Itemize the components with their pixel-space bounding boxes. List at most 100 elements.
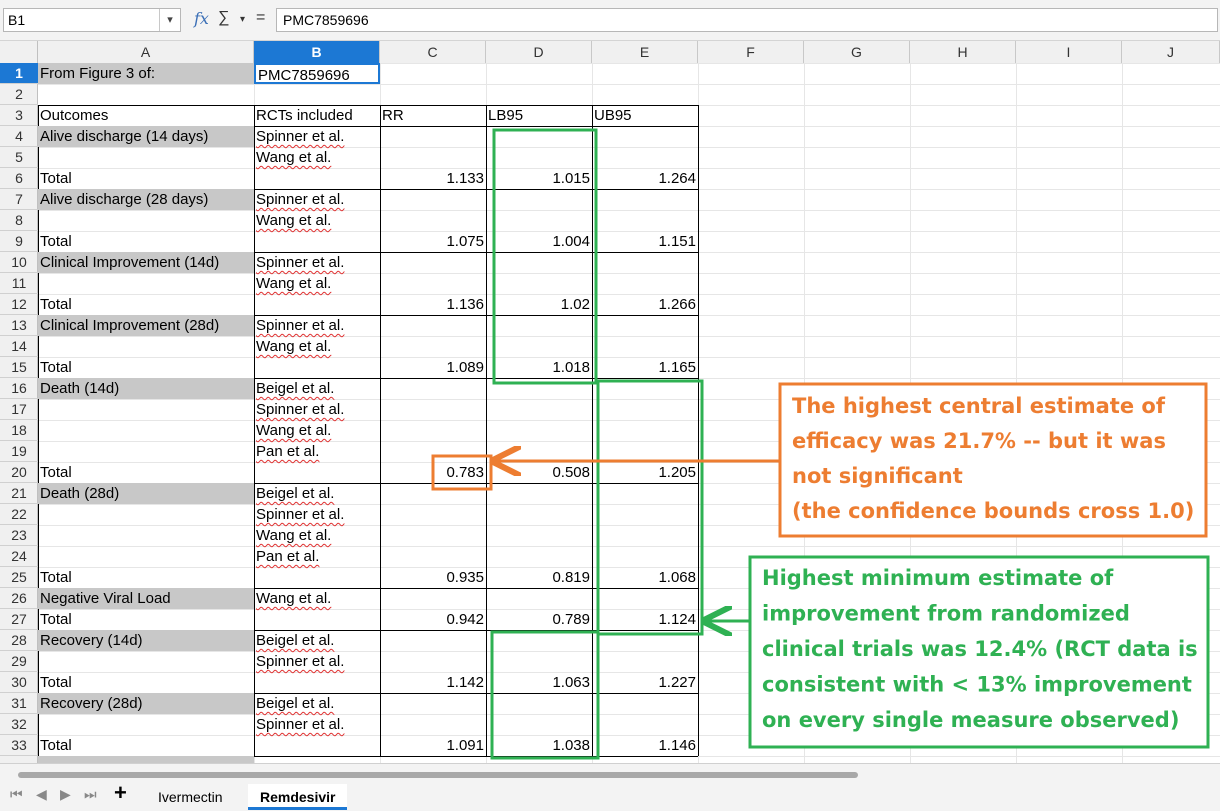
rct-cell[interactable]: Pan et al. bbox=[254, 441, 380, 462]
row-header-17[interactable]: 17 bbox=[0, 399, 38, 420]
row-header-28[interactable]: 28 bbox=[0, 630, 38, 651]
formula-input[interactable]: PMC7859696 bbox=[276, 8, 1218, 32]
outcome-cell[interactable]: Negative Viral Load bbox=[38, 588, 254, 609]
row-header-9[interactable]: 9 bbox=[0, 231, 38, 252]
ub95-cell[interactable]: 1.264 bbox=[592, 168, 698, 189]
row-header-11[interactable]: 11 bbox=[0, 273, 38, 294]
row-header-1[interactable]: 1 bbox=[0, 63, 38, 84]
row-header-7[interactable]: 7 bbox=[0, 189, 38, 210]
ub95-cell[interactable]: 1.205 bbox=[592, 462, 698, 483]
rct-cell[interactable]: Beigel et al. bbox=[254, 483, 380, 504]
header-cell-lb95[interactable]: LB95 bbox=[486, 105, 592, 126]
row-header-8[interactable]: 8 bbox=[0, 210, 38, 231]
row-header-14[interactable]: 14 bbox=[0, 336, 38, 357]
rct-cell[interactable]: Spinner et al. bbox=[254, 189, 380, 210]
row-header-23[interactable]: 23 bbox=[0, 525, 38, 546]
row-header-18[interactable]: 18 bbox=[0, 420, 38, 441]
spreadsheet-grid[interactable]: From Figure 3 of: PMC7859696 Outcomes RCTs … bbox=[38, 63, 1220, 763]
ub95-cell[interactable]: 1.227 bbox=[592, 672, 698, 693]
add-sheet-icon[interactable]: + bbox=[114, 782, 127, 804]
total-label-cell[interactable]: Total bbox=[38, 294, 254, 315]
row-header-3[interactable]: 3 bbox=[0, 105, 38, 126]
total-label-cell[interactable]: Total bbox=[38, 609, 254, 630]
rct-cell[interactable]: Wang et al. bbox=[254, 336, 380, 357]
rct-cell[interactable]: Spinner et al. bbox=[254, 399, 380, 420]
header-cell-rcts-included[interactable]: RCTs included bbox=[254, 105, 380, 126]
ub95-cell[interactable]: 1.165 bbox=[592, 357, 698, 378]
row-header-24[interactable]: 24 bbox=[0, 546, 38, 567]
rct-cell[interactable]: Spinner et al. bbox=[254, 315, 380, 336]
outcome-cell[interactable]: Death (14d) bbox=[38, 378, 254, 399]
row-header-32[interactable]: 32 bbox=[0, 714, 38, 735]
column-header-g[interactable]: G bbox=[804, 41, 910, 63]
ub95-cell[interactable]: 1.146 bbox=[592, 735, 698, 756]
row-header-33[interactable]: 33 bbox=[0, 735, 38, 756]
row-header-29[interactable]: 29 bbox=[0, 651, 38, 672]
lb95-cell[interactable]: 0.819 bbox=[486, 567, 592, 588]
lb95-cell[interactable]: 1.063 bbox=[486, 672, 592, 693]
row-header-31[interactable]: 31 bbox=[0, 693, 38, 714]
column-header-i[interactable]: I bbox=[1016, 41, 1122, 63]
header-cell-ub95[interactable]: UB95 bbox=[592, 105, 698, 126]
rr-cell[interactable]: 0.935 bbox=[380, 567, 486, 588]
previous-sheet-icon[interactable]: ◀ bbox=[36, 786, 47, 803]
tab-ivermectin[interactable]: Ivermectin bbox=[146, 784, 235, 810]
outcome-cell[interactable]: Alive discharge (14 days) bbox=[38, 126, 254, 147]
row-header-6[interactable]: 6 bbox=[0, 168, 38, 189]
row-header-4[interactable]: 4 bbox=[0, 126, 38, 147]
column-header-c[interactable]: C bbox=[380, 41, 486, 63]
lb95-cell[interactable]: 1.038 bbox=[486, 735, 592, 756]
total-label-cell[interactable]: Total bbox=[38, 357, 254, 378]
total-label-cell[interactable]: Total bbox=[38, 168, 254, 189]
column-header-e[interactable]: E bbox=[592, 41, 698, 63]
lb95-cell[interactable]: 1.02 bbox=[486, 294, 592, 315]
rct-cell[interactable]: Spinner et al. bbox=[254, 651, 380, 672]
rct-cell[interactable]: Wang et al. bbox=[254, 147, 380, 168]
rct-cell[interactable]: Beigel et al. bbox=[254, 378, 380, 399]
rct-cell[interactable]: Wang et al. bbox=[254, 420, 380, 441]
row-header-20[interactable]: 20 bbox=[0, 462, 38, 483]
cell-a1[interactable]: From Figure 3 of: bbox=[38, 63, 254, 84]
rr-cell[interactable]: 0.942 bbox=[380, 609, 486, 630]
row-header-25[interactable]: 25 bbox=[0, 567, 38, 588]
lb95-cell[interactable]: 0.789 bbox=[486, 609, 592, 630]
ub95-cell[interactable]: 1.266 bbox=[592, 294, 698, 315]
last-sheet-icon[interactable]: ⏭ bbox=[84, 786, 97, 803]
outcome-cell[interactable]: Recovery (28d) bbox=[38, 693, 254, 714]
row-header-30[interactable]: 30 bbox=[0, 672, 38, 693]
total-label-cell[interactable]: Total bbox=[38, 567, 254, 588]
header-cell-outcomes[interactable]: Outcomes bbox=[38, 105, 254, 126]
row-header-16[interactable]: 16 bbox=[0, 378, 38, 399]
rr-cell[interactable]: 1.089 bbox=[380, 357, 486, 378]
cell-b1-selected[interactable]: PMC7859696 bbox=[254, 63, 380, 84]
row-header-2[interactable]: 2 bbox=[0, 84, 38, 105]
rct-cell[interactable]: Beigel et al. bbox=[254, 630, 380, 651]
partial-row-cell[interactable] bbox=[38, 756, 254, 763]
total-label-cell[interactable]: Total bbox=[38, 672, 254, 693]
rr-cell[interactable]: 1.133 bbox=[380, 168, 486, 189]
column-header-h[interactable]: H bbox=[910, 41, 1016, 63]
total-label-cell[interactable]: Total bbox=[38, 735, 254, 756]
rct-cell[interactable]: Wang et al. bbox=[254, 273, 380, 294]
row-header-19[interactable]: 19 bbox=[0, 441, 38, 462]
rct-cell[interactable]: Spinner et al. bbox=[254, 252, 380, 273]
column-header-a[interactable]: A bbox=[38, 41, 254, 63]
rr-cell[interactable]: 1.075 bbox=[380, 231, 486, 252]
name-box-dropdown-icon[interactable]: ▾ bbox=[159, 9, 180, 31]
row-header-27[interactable]: 27 bbox=[0, 609, 38, 630]
outcome-cell[interactable]: Clinical Improvement (28d) bbox=[38, 315, 254, 336]
outcome-cell[interactable]: Recovery (14d) bbox=[38, 630, 254, 651]
formula-equals-icon[interactable]: = bbox=[256, 9, 265, 27]
ub95-cell[interactable]: 1.124 bbox=[592, 609, 698, 630]
column-header-f[interactable]: F bbox=[698, 41, 804, 63]
outcome-cell[interactable]: Clinical Improvement (14d) bbox=[38, 252, 254, 273]
column-header-d[interactable]: D bbox=[486, 41, 592, 63]
tab-remdesivir[interactable]: Remdesivir bbox=[248, 784, 348, 810]
lb95-cell[interactable]: 1.018 bbox=[486, 357, 592, 378]
lb95-cell[interactable]: 0.508 bbox=[486, 462, 592, 483]
first-sheet-icon[interactable]: ⏮ bbox=[10, 786, 23, 803]
column-header-b[interactable]: B bbox=[254, 41, 380, 63]
next-sheet-icon[interactable]: ▶ bbox=[60, 786, 71, 803]
rct-cell[interactable]: Wang et al. bbox=[254, 525, 380, 546]
rr-cell[interactable]: 1.136 bbox=[380, 294, 486, 315]
